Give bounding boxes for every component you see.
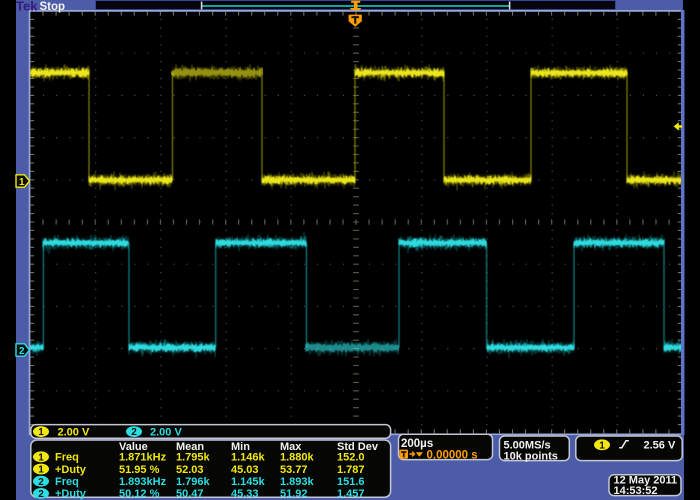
svg-text:1.893k: 1.893k — [280, 476, 315, 488]
svg-text:Freq: Freq — [55, 476, 79, 488]
svg-text:1: 1 — [599, 440, 605, 451]
svg-text:1.796k: 1.796k — [176, 476, 211, 488]
svg-text:+Duty: +Duty — [55, 464, 87, 476]
svg-text:1.457: 1.457 — [337, 488, 365, 500]
svg-text:2: 2 — [38, 477, 44, 488]
svg-text:1.145k: 1.145k — [231, 476, 266, 488]
svg-text:2: 2 — [19, 346, 25, 357]
svg-text:Stop: Stop — [40, 1, 66, 13]
svg-text:200µs: 200µs — [401, 438, 433, 450]
svg-text:14:53:52: 14:53:52 — [614, 485, 658, 497]
svg-text:1.787: 1.787 — [337, 464, 365, 476]
svg-text:1.893kHz: 1.893kHz — [119, 476, 167, 488]
svg-text:2.56 V: 2.56 V — [644, 440, 676, 452]
svg-text:1: 1 — [38, 452, 44, 463]
svg-text:Tek: Tek — [16, 0, 38, 14]
svg-text:45.33: 45.33 — [231, 488, 259, 500]
svg-text:2: 2 — [38, 489, 44, 500]
svg-text:1: 1 — [38, 465, 44, 476]
svg-text:45.03: 45.03 — [231, 464, 259, 476]
svg-text:51.95 %: 51.95 % — [119, 464, 160, 476]
svg-text:10k points: 10k points — [504, 450, 558, 462]
svg-text:1.880k: 1.880k — [280, 452, 315, 464]
svg-text:1.795k: 1.795k — [176, 452, 211, 464]
svg-text:Freq: Freq — [55, 452, 79, 464]
svg-text:50.12 %: 50.12 % — [119, 488, 160, 500]
svg-text:1.146k: 1.146k — [231, 452, 266, 464]
svg-text:53.77: 53.77 — [280, 464, 308, 476]
svg-text:1: 1 — [38, 427, 44, 438]
svg-text:2: 2 — [131, 427, 137, 438]
svg-text:0.00000 s: 0.00000 s — [427, 450, 478, 462]
svg-text:50.47: 50.47 — [176, 488, 204, 500]
svg-text:2.00 V: 2.00 V — [150, 427, 182, 439]
svg-text:2.00 V: 2.00 V — [58, 427, 90, 439]
svg-text:52.03: 52.03 — [176, 464, 204, 476]
svg-text:51.92: 51.92 — [280, 488, 308, 500]
svg-text:+Duty: +Duty — [55, 488, 87, 500]
svg-text:1: 1 — [19, 177, 25, 188]
svg-text:1.871kHz: 1.871kHz — [119, 452, 167, 464]
svg-text:151.6: 151.6 — [337, 476, 365, 488]
svg-text:152.0: 152.0 — [337, 452, 365, 464]
